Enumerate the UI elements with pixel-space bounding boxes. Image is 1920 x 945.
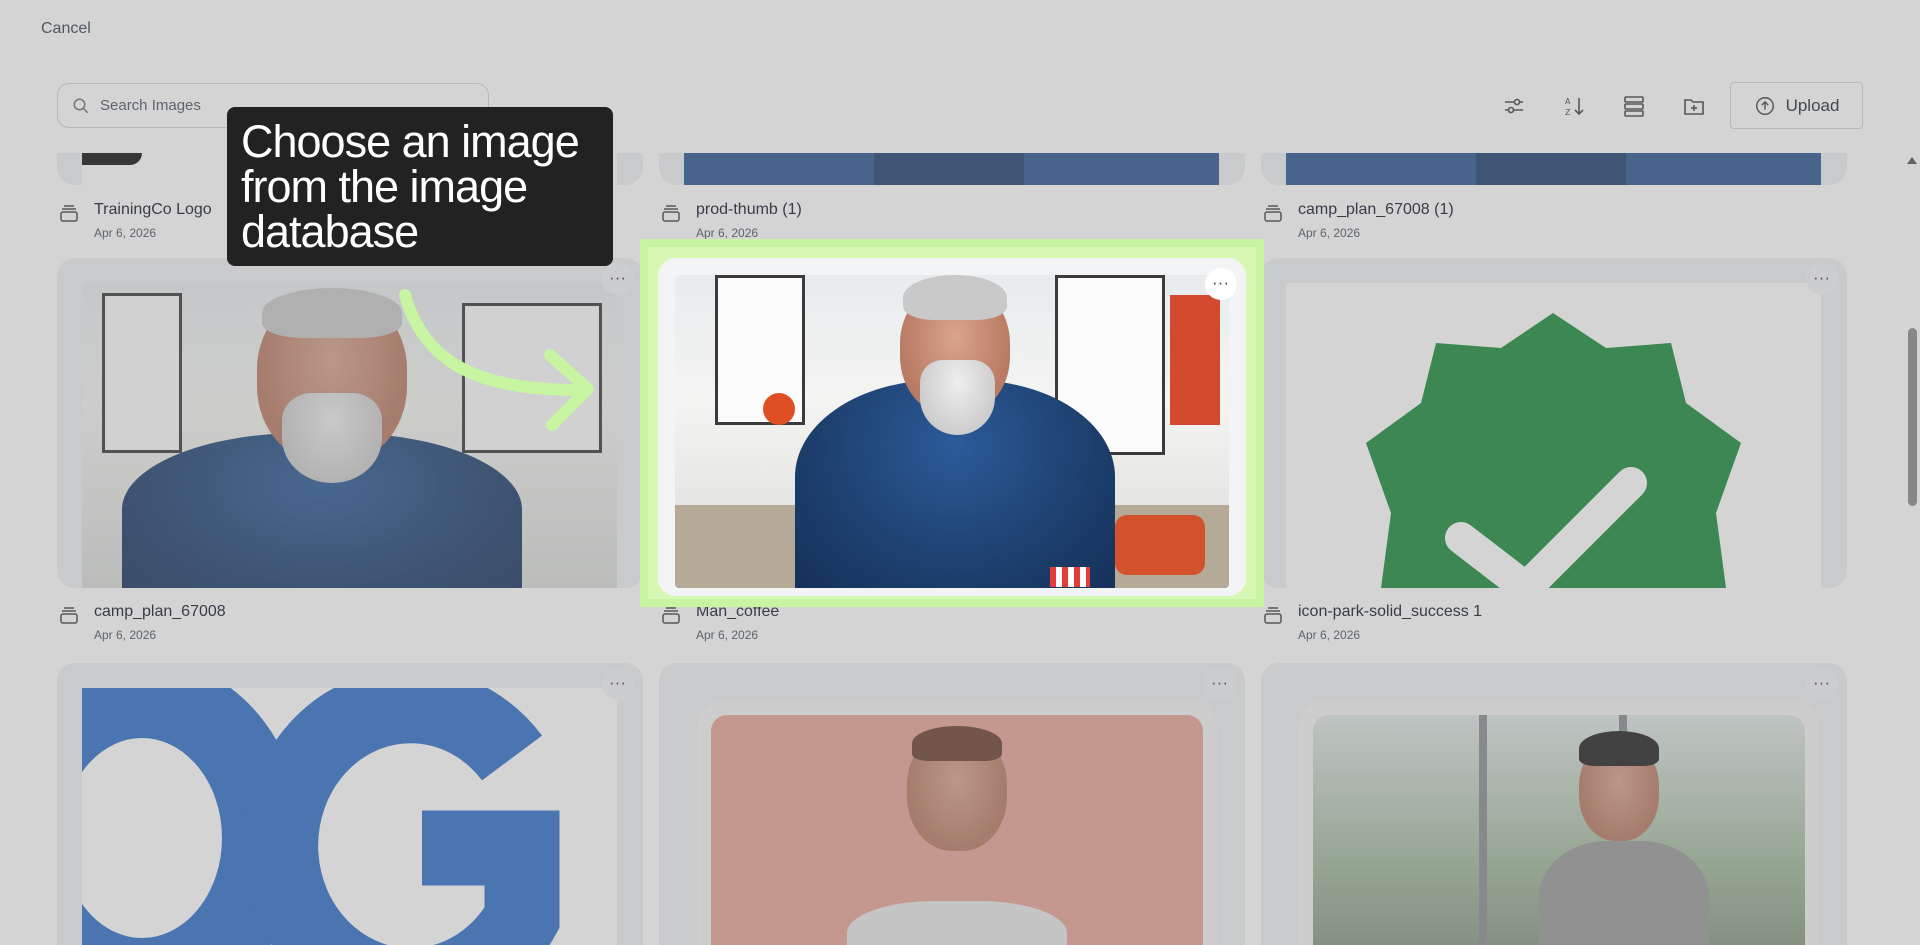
sort-button[interactable]: AZ xyxy=(1556,88,1592,124)
image-name: camp_plan_67008 xyxy=(94,603,226,620)
image-meta: Man_coffee Apr 6, 2026 xyxy=(661,603,779,642)
success-badge-icon xyxy=(1366,313,1741,588)
more-options-button[interactable]: ··· xyxy=(602,668,634,700)
stack-icon xyxy=(60,607,78,624)
scrollbar-thumb[interactable] xyxy=(1908,328,1917,506)
image-name: TrainingCo Logo xyxy=(94,201,212,218)
image-name: camp_plan_67008 (1) xyxy=(1298,201,1454,218)
image-name: prod-thumb (1) xyxy=(696,201,802,218)
list-view-button[interactable] xyxy=(1616,88,1652,124)
image-card[interactable]: ··· xyxy=(57,663,643,945)
image-meta: camp_plan_67008 (1) Apr 6, 2026 xyxy=(1263,201,1454,240)
upload-button[interactable]: Upload xyxy=(1730,82,1863,129)
stack-icon xyxy=(1264,607,1282,624)
image-date: Apr 6, 2026 xyxy=(1298,628,1361,642)
stack-icon xyxy=(662,607,680,624)
stack-icon xyxy=(1264,205,1282,222)
image-meta: TrainingCo Logo Apr 6, 2026 xyxy=(59,201,212,240)
scrollbar[interactable] xyxy=(1900,153,1920,945)
search-icon xyxy=(73,98,89,113)
image-card[interactable]: ··· xyxy=(1261,663,1847,945)
image-thumbnail xyxy=(82,688,617,945)
image-card[interactable] xyxy=(659,153,1245,185)
more-options-button[interactable]: ··· xyxy=(1204,668,1236,700)
image-thumbnail xyxy=(1286,153,1821,185)
image-thumbnail xyxy=(684,153,1219,185)
more-options-button[interactable]: ··· xyxy=(1806,668,1838,700)
filter-button[interactable] xyxy=(1496,88,1532,124)
more-options-button[interactable]: ··· xyxy=(1806,263,1838,295)
image-meta: prod-thumb (1) Apr 6, 2026 xyxy=(661,201,802,240)
image-meta: icon-park-solid_success 1 Apr 6, 2026 xyxy=(1263,603,1482,642)
image-date: Apr 6, 2026 xyxy=(1298,226,1361,240)
image-date: Apr 6, 2026 xyxy=(696,628,759,642)
image-name: icon-park-solid_success 1 xyxy=(1298,603,1483,620)
svg-text:Z: Z xyxy=(1565,108,1571,117)
image-date: Apr 6, 2026 xyxy=(94,628,157,642)
list-view-icon xyxy=(1624,96,1644,117)
walkthrough-tooltip: Choose an image from the image database xyxy=(227,107,613,266)
sort-az-icon: AZ xyxy=(1565,97,1584,117)
image-date: Apr 6, 2026 xyxy=(94,226,157,240)
image-meta: camp_plan_67008 Apr 6, 2026 xyxy=(59,603,226,642)
image-thumbnail-man-coffee xyxy=(675,275,1229,588)
image-card[interactable]: ··· xyxy=(659,663,1245,945)
image-date: Apr 6, 2026 xyxy=(696,226,759,240)
image-thumbnail xyxy=(1286,283,1821,588)
logo-letters-graphic xyxy=(82,688,560,945)
pointer-arrow-icon xyxy=(399,289,594,431)
new-folder-button[interactable] xyxy=(1676,88,1712,124)
svg-text:A: A xyxy=(1565,97,1571,106)
stack-icon xyxy=(662,205,680,222)
highlighted-image-card[interactable]: ··· xyxy=(658,258,1246,596)
new-folder-icon xyxy=(1684,99,1704,115)
filter-sliders-icon xyxy=(1505,98,1523,114)
upload-label: Upload xyxy=(1785,95,1840,115)
image-thumbnail xyxy=(697,701,1217,945)
image-card[interactable] xyxy=(1261,153,1847,185)
cancel-button[interactable]: Cancel xyxy=(41,20,91,38)
image-card[interactable]: ··· xyxy=(1261,258,1847,588)
scroll-up-arrow-icon[interactable] xyxy=(1907,157,1917,164)
image-thumbnail xyxy=(1299,701,1819,945)
more-options-button[interactable]: ··· xyxy=(1205,268,1237,300)
upload-icon xyxy=(1755,96,1774,115)
stack-icon xyxy=(60,205,78,222)
image-picker: Cancel AZ Upload xyxy=(0,0,1920,945)
